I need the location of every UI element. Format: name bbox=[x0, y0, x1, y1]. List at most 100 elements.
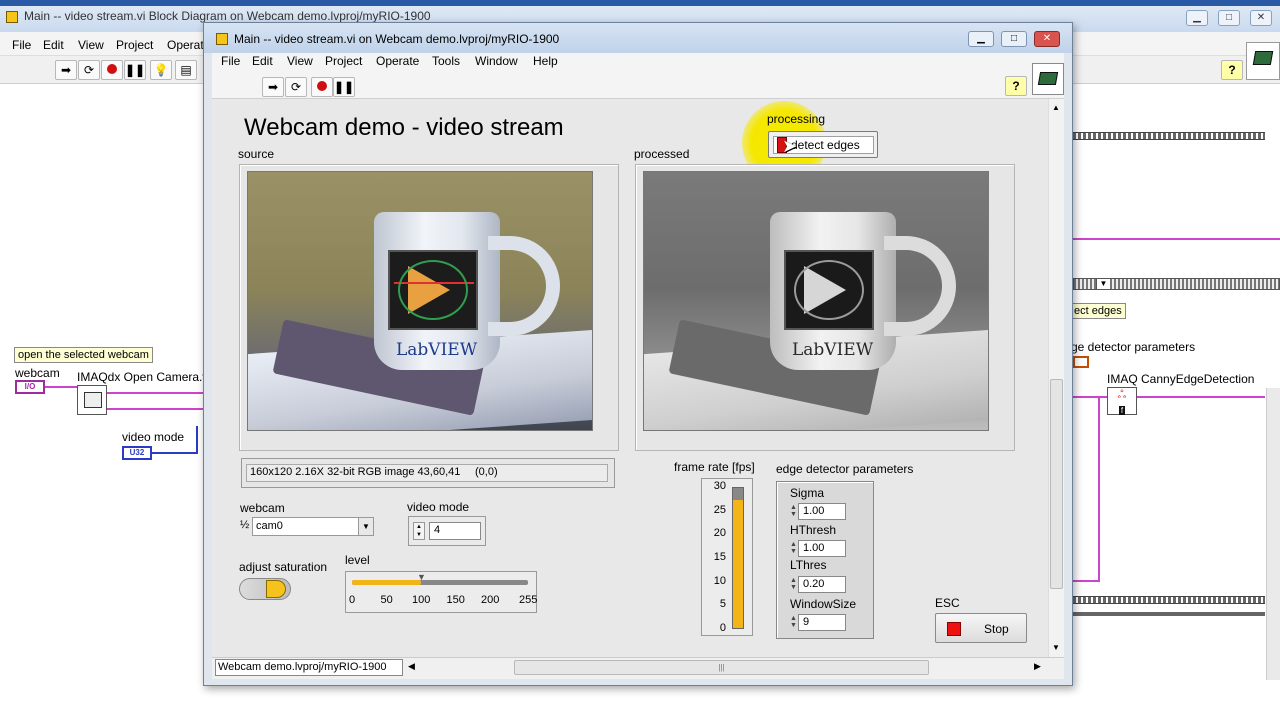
bd-canny-label: IMAQ CannyEdgeDetection bbox=[1107, 372, 1255, 386]
bd-wire-canny-out bbox=[1137, 396, 1265, 398]
webcam-index-icon: ½ bbox=[240, 519, 250, 531]
bd-wire-canny-in bbox=[1073, 396, 1107, 398]
bd-menu-view[interactable]: View bbox=[78, 38, 104, 52]
webcam-selector[interactable]: ½ cam0 ▼ bbox=[240, 517, 375, 537]
sigma-control[interactable]: ▲ ▼ 1.00 bbox=[789, 503, 847, 520]
sigma-spinner-icon[interactable]: ▲ ▼ bbox=[789, 504, 798, 518]
hthresh-control[interactable]: ▲ ▼ 1.00 bbox=[789, 540, 847, 557]
level-slider-thumb[interactable]: ▼ bbox=[417, 572, 427, 582]
fp-minimize-button[interactable]: ▁ bbox=[968, 31, 994, 47]
lthres-value[interactable]: 0.20 bbox=[798, 576, 846, 593]
video-mode-spinner-icon[interactable]: ▲ ▼ bbox=[413, 522, 425, 540]
level-slider[interactable]: ▼ 0 50 100 150 200 255 bbox=[345, 571, 537, 613]
bd-open-camera-node[interactable] bbox=[77, 385, 107, 415]
hthresh-spinner-icon[interactable]: ▲ ▼ bbox=[789, 541, 798, 555]
bd-help-icon[interactable]: ? bbox=[1221, 60, 1243, 80]
video-mode-control[interactable]: ▲ ▼ 4 bbox=[408, 516, 486, 546]
labview-vi-icon bbox=[216, 33, 228, 45]
processed-label: processed bbox=[634, 147, 690, 161]
windowsize-spinner-icon[interactable]: ▲ ▼ bbox=[789, 615, 798, 629]
bd-menu-edit[interactable]: Edit bbox=[43, 38, 64, 52]
bd-webcam-terminal[interactable]: I/O bbox=[15, 380, 45, 394]
hscroll-left-icon[interactable]: ◀ bbox=[408, 661, 415, 672]
fp-menu-edit[interactable]: Edit bbox=[252, 54, 273, 68]
bd-run-icon[interactable]: ➡ bbox=[55, 60, 77, 80]
hthresh-value[interactable]: 1.00 bbox=[798, 540, 846, 557]
fp-menu-file[interactable]: File bbox=[221, 54, 240, 68]
frame-rate-tick: 15 bbox=[713, 551, 726, 563]
bd-case-structure-selector[interactable]: ▼ bbox=[1073, 278, 1280, 290]
stop-icon bbox=[947, 622, 961, 636]
processing-toggle-label: detect edges bbox=[791, 138, 860, 152]
bd-close-button[interactable]: ✕ bbox=[1250, 10, 1272, 26]
bd-wire-canny-down bbox=[1098, 398, 1100, 580]
fp-close-button[interactable]: ✕ bbox=[1034, 31, 1060, 47]
fp-pause-icon[interactable]: ❚❚ bbox=[333, 77, 355, 97]
bd-video-mode-terminal[interactable]: U32 bbox=[122, 446, 152, 460]
stop-button[interactable]: Stop bbox=[935, 613, 1027, 643]
bd-canny-node[interactable]: ஃ f bbox=[1107, 387, 1137, 415]
fp-menu-view[interactable]: View bbox=[287, 54, 313, 68]
fp-run-icon[interactable]: ➡ bbox=[262, 77, 284, 97]
fp-menu-window[interactable]: Window bbox=[475, 54, 518, 68]
windowsize-value[interactable]: 9 bbox=[798, 614, 846, 631]
page-title: Webcam demo - video stream bbox=[244, 114, 564, 141]
bd-structure-border-bottom bbox=[1073, 596, 1265, 604]
bd-highlight-execution-icon[interactable]: 💡 bbox=[150, 60, 172, 80]
hscroll-right-icon[interactable]: ▶ bbox=[1034, 661, 1041, 672]
labview-vi-icon bbox=[6, 11, 18, 23]
bd-run-continuously-icon[interactable]: ⟳ bbox=[78, 60, 100, 80]
frame-rate-tick: 5 bbox=[719, 598, 726, 611]
lthres-control[interactable]: ▲ ▼ 0.20 bbox=[789, 576, 847, 593]
stop-button-label: Stop bbox=[984, 622, 1009, 636]
bd-vi-icon bbox=[1246, 42, 1280, 80]
hscroll-thumb[interactable]: ||| bbox=[514, 660, 929, 675]
webcam-dropdown-arrow-icon[interactable]: ▼ bbox=[358, 517, 374, 536]
processed-image-display[interactable]: LabVIEW bbox=[643, 171, 989, 431]
image-coords-text: (0,0) bbox=[475, 466, 498, 478]
lthres-spinner-icon[interactable]: ▲ ▼ bbox=[789, 577, 798, 591]
fp-maximize-button[interactable]: □ bbox=[1001, 31, 1027, 47]
bd-vertical-scrollbar[interactable] bbox=[1266, 388, 1280, 680]
source-mug-logo bbox=[388, 250, 478, 330]
source-label: source bbox=[238, 147, 275, 161]
bd-minimize-button[interactable]: ▁ bbox=[1186, 10, 1208, 26]
source-image-display[interactable]: LabVIEW bbox=[247, 171, 593, 431]
processed-mug-text: LabVIEW bbox=[792, 340, 874, 360]
sigma-value[interactable]: 1.00 bbox=[798, 503, 846, 520]
fp-vertical-scrollbar[interactable]: ▲ ▼ bbox=[1048, 99, 1064, 657]
bd-pause-icon[interactable]: ❚❚ bbox=[124, 60, 146, 80]
bd-edge-params-terminal[interactable] bbox=[1073, 356, 1089, 368]
fp-menu-project[interactable]: Project bbox=[325, 54, 362, 68]
fp-menu-help[interactable]: Help bbox=[533, 54, 558, 68]
frame-rate-fill bbox=[733, 500, 743, 628]
bd-structure-border-top bbox=[1073, 132, 1265, 140]
windowsize-control[interactable]: ▲ ▼ 9 bbox=[789, 614, 847, 631]
fp-run-continuously-icon[interactable]: ⟳ bbox=[285, 77, 307, 97]
bd-retain-wire-values-icon[interactable]: ▤ bbox=[175, 60, 197, 80]
bd-video-mode-label: video mode bbox=[122, 430, 185, 444]
image-info-bar: 160x120 2.16X 32-bit RGB image 43,60,41 … bbox=[241, 458, 615, 488]
project-path[interactable]: Webcam demo.lvproj/myRIO-1900 bbox=[215, 659, 403, 676]
bd-webcam-label: webcam bbox=[15, 366, 60, 380]
fp-menu-tools[interactable]: Tools bbox=[432, 54, 460, 68]
adjust-saturation-label: adjust saturation bbox=[239, 560, 328, 574]
level-tick: 200 bbox=[481, 594, 500, 606]
bd-abort-icon[interactable] bbox=[101, 60, 123, 80]
bd-menu-project[interactable]: Project bbox=[116, 38, 153, 52]
fp-abort-icon[interactable] bbox=[311, 77, 333, 97]
fp-menu-operate[interactable]: Operate bbox=[376, 54, 419, 68]
image-info-text: 160x120 2.16X 32-bit RGB image 43,60,41 bbox=[250, 466, 461, 478]
bd-maximize-button[interactable]: □ bbox=[1218, 10, 1240, 26]
bd-wire-video-mode-vertical bbox=[196, 426, 198, 454]
level-slider-fill bbox=[352, 580, 422, 585]
bd-menu-file[interactable]: File bbox=[12, 38, 31, 52]
level-label: level bbox=[345, 553, 370, 567]
processed-mug-logo bbox=[784, 250, 874, 330]
bd-wire-pink-top bbox=[1073, 238, 1280, 240]
frame-rate-tick: 30 bbox=[713, 480, 726, 492]
level-tick: 150 bbox=[446, 594, 465, 606]
adjust-saturation-toggle[interactable] bbox=[239, 578, 291, 600]
edge-params-label: edge detector parameters bbox=[776, 462, 914, 476]
fp-help-icon[interactable]: ? bbox=[1005, 76, 1027, 96]
